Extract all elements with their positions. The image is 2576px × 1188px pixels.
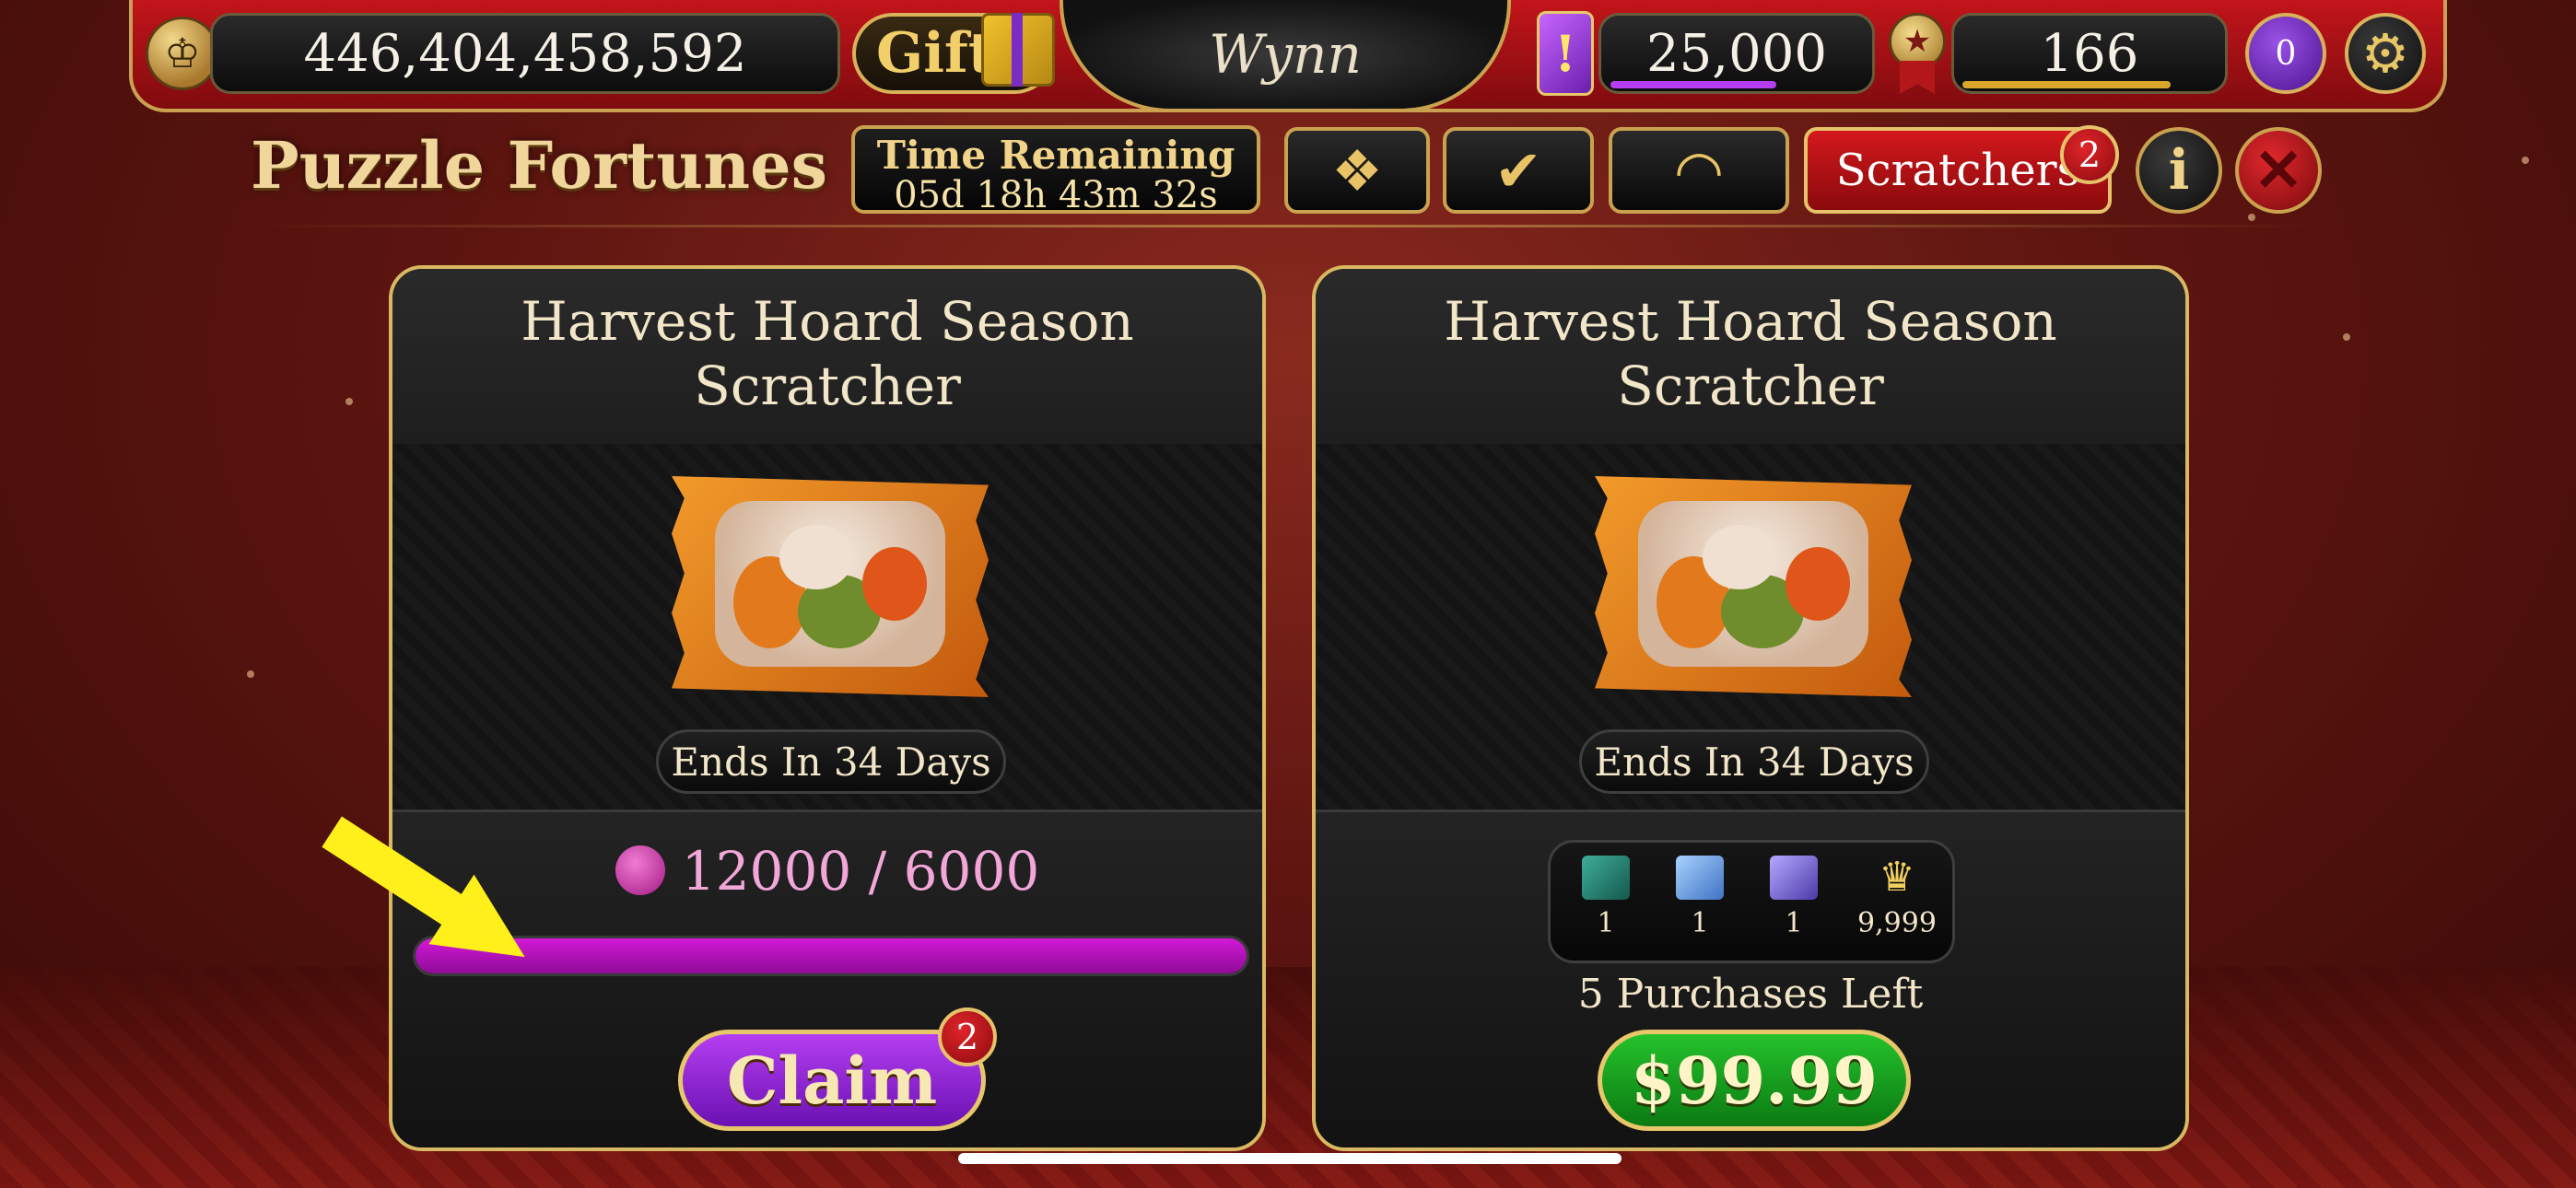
vip-count: 0	[2275, 34, 2297, 73]
sparkle	[2343, 333, 2350, 341]
pumpkin-red-icon	[862, 547, 927, 621]
blue-ticket-icon	[1676, 856, 1724, 900]
puzzle-piece-icon: ❖	[1331, 136, 1383, 204]
gem-balance-value: 25,000	[1646, 23, 1827, 84]
reward-green-ticket: 1	[1560, 856, 1652, 939]
level-progress-bar	[1962, 81, 2171, 88]
rewards-panel: 1 1 1 ♛ 9,999	[1548, 840, 1955, 963]
green-ticket-icon	[1582, 856, 1630, 900]
time-remaining-panel: Time Remaining 05d 18h 43m 32s	[851, 125, 1260, 214]
progress-counter: 12000 / 6000	[392, 840, 1262, 903]
wynn-coin-icon[interactable]: ♔	[146, 17, 219, 90]
pumpkin-white-icon	[779, 525, 853, 589]
gear-icon: ⚙	[2361, 22, 2409, 85]
close-button[interactable]: ✕	[2235, 127, 2322, 214]
tab-checklist[interactable]: ✔	[1443, 127, 1594, 214]
claim-badge-count: 2	[955, 1017, 979, 1057]
gem-icon: !	[1537, 11, 1594, 96]
checkmark-icon: ✔	[1494, 136, 1542, 204]
claim-notification-badge: 2	[938, 1007, 997, 1066]
card-title-line1: Harvest Hoard Season	[1444, 290, 2057, 353]
sparkle	[345, 398, 353, 405]
ends-in-text: Ends In 34 Days	[671, 739, 991, 785]
coin-balance-value: 446,404,458,592	[303, 23, 747, 84]
info-icon: i	[2168, 138, 2190, 203]
timer-value: 05d 18h 43m 32s	[894, 174, 1218, 216]
claim-button-label: Claim	[726, 1042, 938, 1119]
progress-value: 12000 / 6000	[681, 840, 1040, 903]
scratchers-label: Scratchers	[1835, 145, 2080, 196]
price-label: $99.99	[1631, 1042, 1878, 1119]
wynn-logo: Wynn	[1060, 0, 1511, 112]
ends-in-label: Ends In 34 Days	[656, 729, 1006, 794]
ends-in-text: Ends In 34 Days	[1594, 739, 1914, 785]
level-value: 166	[2040, 23, 2139, 84]
tab-puzzle[interactable]: ❖	[1284, 127, 1430, 214]
reward-count: 1	[1597, 907, 1615, 939]
crown-icon: ♛	[1879, 854, 1915, 901]
reward-crown: ♛ 9,999	[1844, 854, 1950, 940]
scratchers-badge-count: 2	[2078, 134, 2102, 175]
progress-bar	[413, 936, 1249, 976]
home-indicator[interactable]	[958, 1153, 1622, 1164]
card-title: Harvest Hoard Season Scratcher	[392, 269, 1262, 444]
sparkle	[2522, 157, 2529, 164]
scratch-coin-icon	[615, 844, 665, 895]
reward-count: 1	[1691, 907, 1709, 939]
pumpkin-red-icon	[1786, 547, 1850, 621]
page-title: Puzzle Fortunes	[251, 127, 828, 204]
pumpkin-white-icon	[1703, 525, 1776, 589]
reward-count: 1	[1785, 907, 1803, 939]
gauge-icon: ◠	[1673, 136, 1725, 204]
buy-price-button[interactable]: $99.99	[1598, 1030, 1911, 1131]
coin-balance[interactable]: 446,404,458,592	[210, 13, 840, 94]
scratcher-card-purchase: Harvest Hoard Season Scratcher Ends In 3…	[1312, 265, 2189, 1151]
purchases-left-label: 5 Purchases Left	[1577, 971, 1924, 1018]
ends-in-label: Ends In 34 Days	[1579, 729, 1929, 794]
scratcher-card-claim: Harvest Hoard Season Scratcher Ends In 3…	[389, 265, 1266, 1151]
close-icon: ✕	[2254, 135, 2303, 205]
tab-progress-gauge[interactable]: ◠	[1609, 127, 1789, 214]
reward-purple-ticket: 1	[1748, 856, 1840, 939]
gift-button-label: Gift	[876, 21, 994, 86]
progress-bar-fill	[416, 938, 1247, 973]
pumpkin-art	[715, 501, 945, 667]
sparkle	[247, 670, 254, 678]
info-button[interactable]: i	[2136, 127, 2222, 214]
reward-blue-ticket: 1	[1654, 856, 1746, 939]
sparkle	[2248, 214, 2255, 221]
scratchers-notification-badge: 2	[2060, 125, 2119, 184]
header-divider	[251, 225, 2324, 227]
gem-progress-bar	[1610, 81, 1776, 88]
card-title: Harvest Hoard Season Scratcher	[1316, 269, 2185, 444]
pumpkin-art	[1638, 501, 1868, 667]
card-title-line2: Scratcher	[694, 355, 961, 417]
settings-gear-button[interactable]: ⚙	[2345, 13, 2426, 94]
card-title-line2: Scratcher	[1617, 355, 1884, 417]
reward-count: 9,999	[1857, 907, 1937, 939]
timer-label: Time Remaining	[876, 133, 1235, 178]
purple-ticket-icon	[1770, 856, 1818, 900]
vip-crown-button[interactable]: 0	[2245, 13, 2326, 94]
wynn-logo-text: Wynn	[1209, 23, 1362, 86]
gift-ribbon	[1012, 13, 1023, 87]
card-title-line1: Harvest Hoard Season	[521, 290, 1134, 353]
